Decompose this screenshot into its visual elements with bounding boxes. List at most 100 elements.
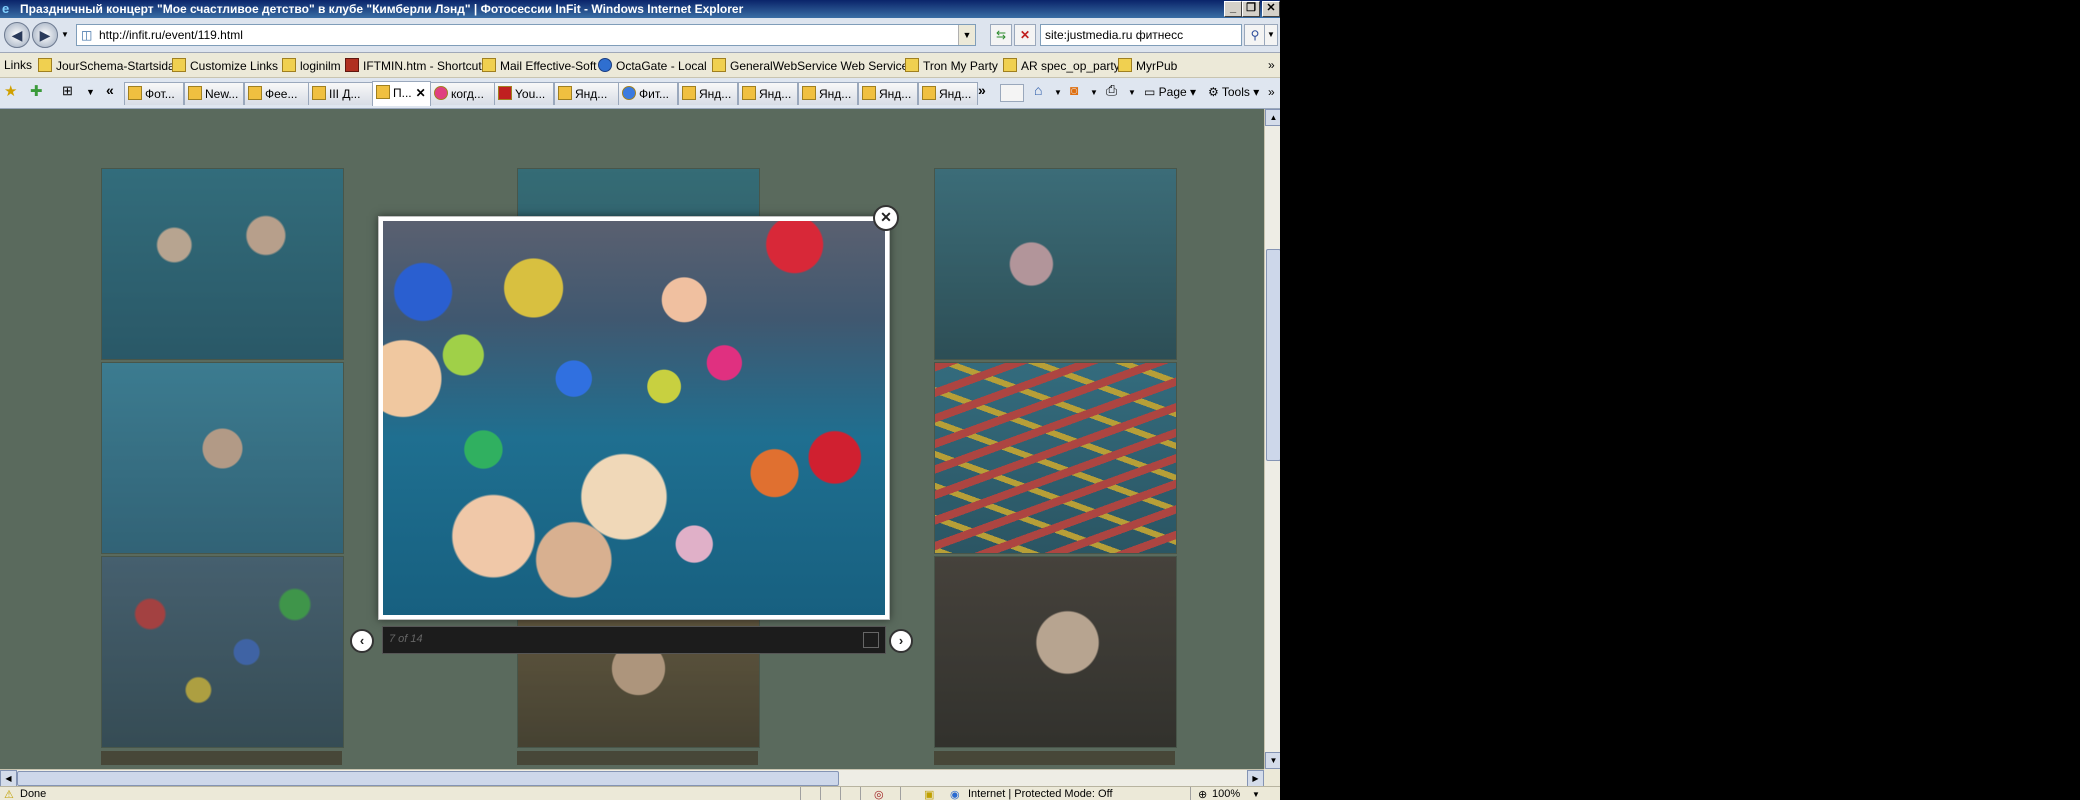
tab-favicon (862, 86, 876, 100)
open-original-icon[interactable] (863, 632, 879, 648)
back-button[interactable]: ◀ (4, 22, 30, 48)
address-dropdown-icon[interactable]: ▼ (958, 25, 975, 45)
gallery-thumbnail[interactable] (101, 168, 344, 360)
gallery-thumbnail[interactable] (934, 362, 1177, 554)
new-tab-button[interactable] (1000, 84, 1024, 102)
tab[interactable]: когд... (430, 82, 495, 105)
vertical-scroll-thumb[interactable] (1266, 249, 1280, 461)
link-icon (482, 58, 496, 72)
tab[interactable]: Янд... (678, 82, 738, 105)
scroll-tabs-left-icon[interactable]: « (106, 82, 114, 98)
stop-icon[interactable]: ✕ (1014, 24, 1036, 46)
tab-favicon (558, 86, 572, 100)
home-icon[interactable]: ⌂ (1034, 82, 1042, 98)
address-toolbar: ◀ ▶ ▼ ◫ http://infit.ru/event/119.html ▼… (0, 18, 1280, 53)
gallery-thumbnail[interactable] (517, 751, 758, 765)
tab[interactable]: You... (494, 82, 554, 105)
tab[interactable]: Янд... (858, 82, 918, 105)
search-options-icon[interactable]: ▼ (1264, 24, 1278, 46)
tab-favicon (742, 86, 756, 100)
security-zone-text[interactable]: Internet | Protected Mode: Off (968, 788, 1113, 800)
link-item[interactable]: Customize Links (172, 58, 278, 73)
previous-image-icon[interactable]: ‹ (350, 629, 374, 653)
address-field[interactable]: ◫ http://infit.ru/event/119.html ▼ (76, 24, 976, 46)
tab-favicon (188, 86, 202, 100)
link-item[interactable]: JourSchema-Startsida (38, 58, 175, 73)
link-item[interactable]: OctaGate - Local (598, 58, 707, 73)
minimize-button[interactable]: _ (1224, 1, 1242, 17)
refresh-icon[interactable]: ⇆ (990, 24, 1012, 46)
tab[interactable]: New... (184, 82, 244, 105)
tab-favicon (312, 86, 326, 100)
tab[interactable]: Янд... (738, 82, 798, 105)
popup-blocker-icon[interactable]: ◎ (874, 788, 884, 800)
quick-tabs-icon[interactable]: ⊞ (62, 83, 73, 99)
zoom-dropdown-icon[interactable]: ▼ (1252, 790, 1260, 799)
tab[interactable]: Фот... (124, 82, 184, 105)
search-input[interactable]: site:justmedia.ru фитнесс (1045, 28, 1183, 42)
gallery-thumbnail[interactable] (934, 556, 1177, 748)
tab[interactable]: Фее... (244, 82, 309, 105)
warning-icon: ⚠ (4, 789, 14, 800)
search-box[interactable]: site:justmedia.ru фитнесс (1040, 24, 1242, 46)
horizontal-scroll-thumb[interactable] (17, 771, 839, 786)
link-item[interactable]: IFTMIN.htm - Shortcut (345, 58, 482, 73)
search-icon[interactable]: ⚲ (1244, 24, 1266, 46)
vertical-scrollbar[interactable]: ▲ ▼ (1264, 109, 1280, 769)
add-favorites-icon[interactable]: ✚ (30, 82, 43, 100)
toolbar-overflow-icon[interactable]: » (1268, 85, 1275, 99)
links-overflow-icon[interactable]: » (1268, 58, 1275, 72)
next-image-icon[interactable]: › (889, 629, 913, 653)
tab[interactable]: Янд... (918, 82, 978, 105)
gallery-thumbnail[interactable] (101, 362, 344, 554)
tab-favicon (622, 86, 636, 100)
tab[interactable]: Фит... (618, 82, 678, 105)
tab[interactable]: III Д... (308, 82, 373, 105)
close-tab-icon[interactable]: ✕ (416, 86, 426, 100)
history-dropdown-icon[interactable]: ▼ (61, 30, 69, 39)
link-item[interactable]: loginilm (282, 58, 341, 73)
links-bar: Links JourSchema-Startsida Customize Lin… (0, 53, 1280, 78)
link-icon (712, 58, 726, 72)
tab[interactable]: Янд... (554, 82, 619, 105)
tab[interactable]: Янд... (798, 82, 858, 105)
link-item[interactable]: GeneralWebService Web Service (712, 58, 908, 73)
address-url[interactable]: http://infit.ru/event/119.html (99, 28, 243, 42)
tabs-bar: ★ ✚ ⊞ ▼ « Фот... New... Фее... III Д... … (0, 78, 1280, 109)
lightbox-close-icon[interactable]: ✕ (873, 205, 899, 231)
scroll-up-icon[interactable]: ▲ (1265, 109, 1280, 126)
link-item[interactable]: Tron My Party (905, 58, 998, 73)
lightbox-frame (378, 216, 890, 620)
link-icon (1118, 58, 1132, 72)
gallery-thumbnail[interactable] (101, 556, 344, 748)
tab-list-icon[interactable]: ▼ (86, 87, 95, 97)
tools-menu-button[interactable]: ⚙ Tools ▾ (1208, 85, 1259, 99)
lightbox-photo[interactable] (383, 221, 885, 615)
tab-active[interactable]: П... ✕ (372, 81, 431, 106)
favorites-star-icon[interactable]: ★ (4, 82, 17, 100)
link-item[interactable]: AR spec_op_party (1003, 58, 1120, 73)
image-counter: 7 of 14 (389, 633, 423, 645)
horizontal-scrollbar[interactable]: ◀ ▶ (0, 769, 1264, 787)
close-window-button[interactable]: ✕ (1262, 1, 1280, 17)
scroll-right-icon[interactable]: ▶ (1247, 770, 1264, 787)
page-menu-button[interactable]: ▭ Page ▾ (1144, 85, 1196, 99)
scroll-left-icon[interactable]: ◀ (0, 770, 17, 787)
browser-window: e Праздничный концерт "Мое счастливое де… (0, 0, 1280, 800)
rss-feed-icon[interactable]: ◙ (1070, 82, 1078, 98)
gallery-thumbnail[interactable] (101, 751, 342, 765)
link-item[interactable]: Mail Effective-Soft (482, 58, 596, 73)
home-dropdown-icon[interactable]: ▼ (1054, 88, 1062, 97)
zoom-level[interactable]: 100% (1212, 788, 1240, 800)
gallery-thumbnail[interactable] (934, 751, 1175, 765)
scroll-down-icon[interactable]: ▼ (1265, 752, 1280, 769)
link-item[interactable]: MyrPub (1118, 58, 1177, 73)
scroll-tabs-right-icon[interactable]: » (978, 82, 986, 98)
print-dropdown-icon[interactable]: ▼ (1128, 88, 1136, 97)
tab-favicon (802, 86, 816, 100)
gallery-thumbnail[interactable] (934, 168, 1177, 360)
restore-button[interactable]: ❐ (1242, 1, 1260, 17)
print-icon[interactable]: ⎙ (1106, 82, 1117, 99)
feeds-dropdown-icon[interactable]: ▼ (1090, 88, 1098, 97)
forward-button[interactable]: ▶ (32, 22, 58, 48)
